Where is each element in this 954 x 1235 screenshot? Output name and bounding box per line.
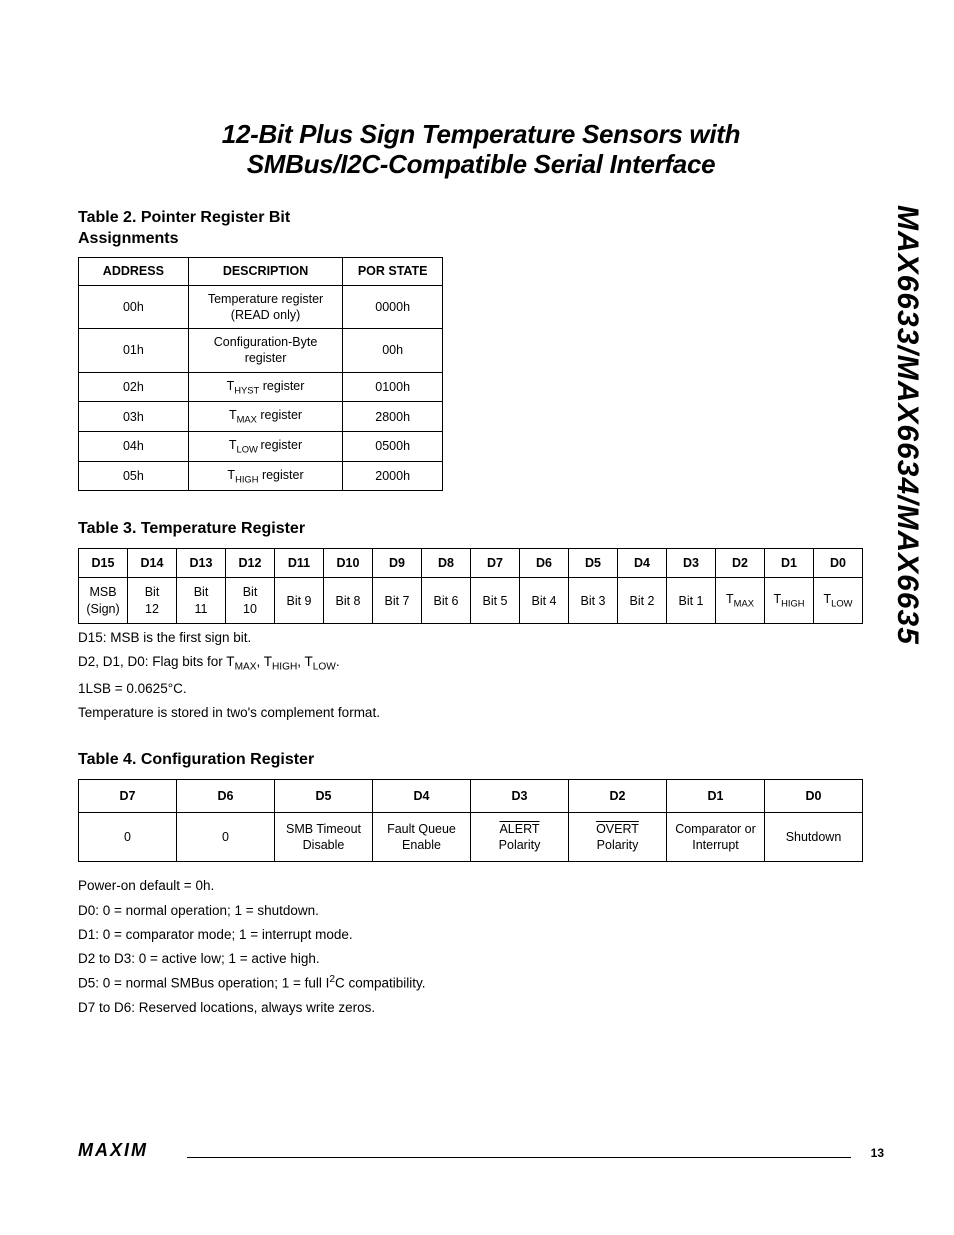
table-header-row: ADDRESS DESCRIPTION POR STATE bbox=[79, 258, 443, 285]
configuration-register-table: D7D6D5D4 D3D2D1D0 0 0 SMB Timeout Disabl… bbox=[78, 779, 863, 863]
table-row: 05hTHIGH register2000h bbox=[79, 461, 443, 491]
table3-notes: D15: MSB is the first sign bit. D2, D1, … bbox=[78, 626, 863, 726]
pointer-register-table: ADDRESS DESCRIPTION POR STATE 00hTempera… bbox=[78, 257, 443, 491]
table2-title: Table 2. Pointer Register Bit Assignment… bbox=[78, 208, 338, 250]
table-row: 00hTemperature register (READ only)0000h bbox=[79, 285, 443, 329]
table-header-row: D15D14D13D12 D11D10D9D8 D7D6D5D4 D3D2D1D… bbox=[79, 549, 863, 578]
page-footer: MAXIM 13 bbox=[78, 1149, 884, 1165]
table3-title: Table 3. Temperature Register bbox=[78, 519, 863, 540]
document-title: 12-Bit Plus Sign Temperature Sensors wit… bbox=[78, 120, 884, 180]
table-row: MSB(Sign)Bit12Bit11Bit10 Bit 9Bit 8Bit 7… bbox=[79, 578, 863, 624]
svg-text:MAXIM: MAXIM bbox=[78, 1141, 148, 1159]
table-row: 03hTMAX register2800h bbox=[79, 402, 443, 432]
temperature-register-table: D15D14D13D12 D11D10D9D8 D7D6D5D4 D3D2D1D… bbox=[78, 548, 863, 624]
table-row: 02hTHYST register0100h bbox=[79, 372, 443, 402]
part-number-sidebar: MAX6633/MAX6634/MAX6635 bbox=[890, 205, 924, 645]
title-line-2: SMBus/I2C-Compatible Serial Interface bbox=[247, 149, 716, 179]
table-header-row: D7D6D5D4 D3D2D1D0 bbox=[79, 779, 863, 812]
col-address: ADDRESS bbox=[79, 258, 189, 285]
table4-title: Table 4. Configuration Register bbox=[78, 750, 863, 771]
col-por-state: POR STATE bbox=[343, 258, 443, 285]
table-row: 04hTLOW register0500h bbox=[79, 432, 443, 462]
table4-notes: Power-on default = 0h. D0: 0 = normal op… bbox=[78, 874, 863, 1020]
title-line-1: 12-Bit Plus Sign Temperature Sensors wit… bbox=[222, 119, 740, 149]
table-row: 01hConfiguration-Byte register00h bbox=[79, 329, 443, 373]
page-number: 13 bbox=[861, 1146, 884, 1160]
col-description: DESCRIPTION bbox=[188, 258, 343, 285]
table-row: 0 0 SMB Timeout Disable Fault Queue Enab… bbox=[79, 812, 863, 862]
maxim-logo: MAXIM bbox=[78, 1141, 183, 1165]
